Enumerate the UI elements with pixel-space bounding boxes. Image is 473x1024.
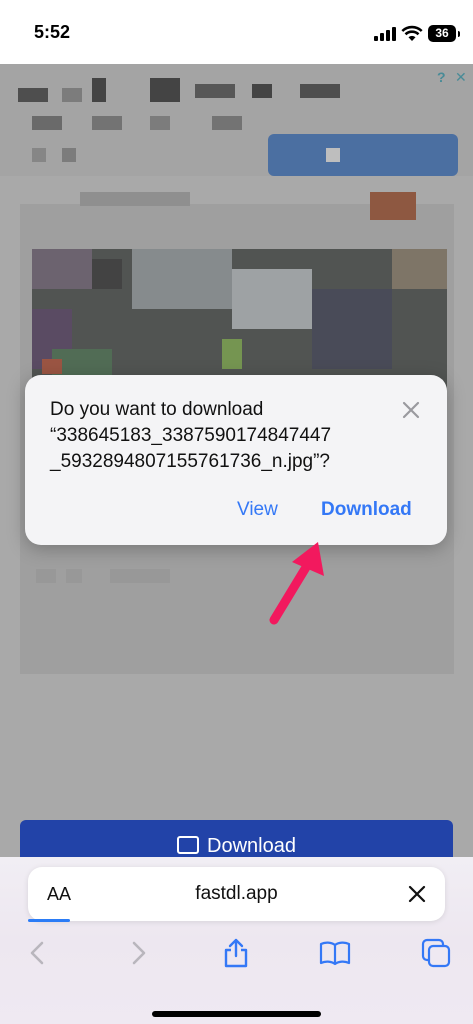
- close-icon[interactable]: [406, 883, 428, 905]
- download-dialog: Do you want to download “338645183_33875…: [25, 375, 447, 545]
- wifi-icon: [401, 25, 423, 41]
- status-bar: 5:52 36: [0, 0, 473, 64]
- view-button[interactable]: View: [237, 499, 278, 521]
- image-icon: [177, 835, 200, 854]
- page-download-button[interactable]: Download: [20, 820, 453, 857]
- arrow-annotation: [269, 542, 324, 625]
- close-icon[interactable]: [400, 399, 422, 421]
- page-download-label: Download: [207, 835, 296, 857]
- share-icon[interactable]: [220, 937, 252, 969]
- bookmarks-icon[interactable]: [319, 937, 351, 969]
- dialog-message: Do you want to download “338645183_33875…: [50, 397, 402, 475]
- battery-icon: 36: [428, 25, 460, 42]
- dialog-filename: _5932894807155761736_n.jpg”?: [50, 451, 330, 472]
- tabs-icon[interactable]: [420, 937, 452, 969]
- page-load-progress: [28, 919, 70, 922]
- status-time: 5:52: [34, 22, 71, 42]
- download-button[interactable]: Download: [321, 499, 412, 521]
- url-text[interactable]: fastdl.app: [28, 883, 445, 905]
- home-indicator: [152, 1011, 321, 1017]
- back-icon[interactable]: [22, 937, 54, 969]
- dialog-message-line: Do you want to download: [50, 399, 264, 420]
- nav-row: [0, 937, 473, 977]
- address-bar[interactable]: AA fastdl.app: [28, 867, 445, 922]
- browser-toolbar: AA fastdl.app: [0, 857, 473, 1024]
- forward-icon[interactable]: [122, 937, 154, 969]
- signal-icon: [374, 27, 396, 41]
- dialog-filename: “338645183_3387590174847447: [50, 425, 332, 446]
